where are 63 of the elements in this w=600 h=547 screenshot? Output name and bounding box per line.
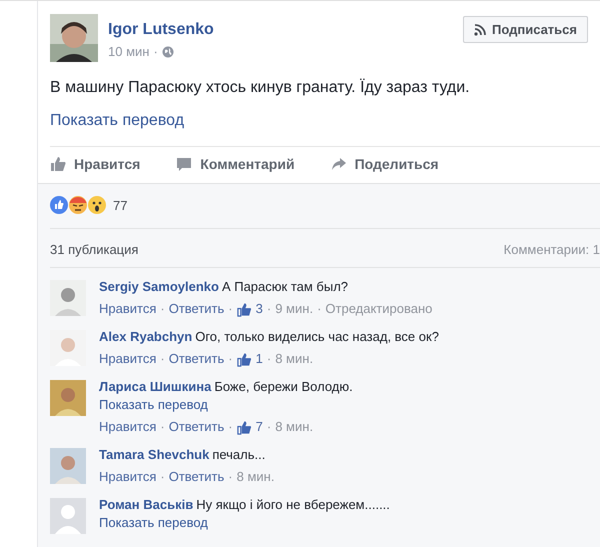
comment-action-link[interactable]: Ответить bbox=[168, 468, 224, 486]
separator-dot: · bbox=[228, 350, 233, 368]
wow-reaction-icon bbox=[88, 196, 106, 214]
reaction-count[interactable]: 77 bbox=[113, 198, 128, 212]
separator-dot: · bbox=[160, 350, 165, 368]
comment-action-link[interactable]: Ответить bbox=[168, 418, 224, 436]
comment-action-link[interactable]: Нравится bbox=[99, 300, 156, 318]
like-count[interactable]: 1 bbox=[256, 350, 263, 368]
angry-reaction-icon bbox=[69, 196, 87, 214]
post-time[interactable]: 10 мин bbox=[108, 44, 150, 59]
translate-link[interactable]: Показать перевод bbox=[50, 112, 600, 130]
separator-dot: · bbox=[317, 300, 322, 318]
commenter-name[interactable]: Tamara Shevchuk bbox=[99, 447, 210, 462]
edited-label[interactable]: Отредактировано bbox=[325, 300, 432, 318]
separator-dot: · bbox=[266, 418, 272, 436]
share-arrow-icon bbox=[330, 156, 347, 172]
author-name[interactable]: Igor Lutsenko bbox=[108, 21, 214, 38]
commenter-name[interactable]: Alex Ryabchyn bbox=[99, 329, 192, 344]
thumbs-up-icon bbox=[236, 420, 252, 434]
comment-text: печаль... bbox=[212, 447, 266, 462]
comment-time[interactable]: 8 мин. bbox=[275, 418, 314, 436]
separator-dot: · bbox=[266, 350, 272, 368]
commenter-name[interactable]: Лариса Шишкина bbox=[99, 379, 212, 394]
separator-dot: · bbox=[160, 418, 165, 436]
thumbs-up-icon bbox=[236, 352, 252, 366]
shares-count[interactable]: 31 публикация bbox=[50, 242, 138, 257]
separator-dot: · bbox=[160, 300, 165, 318]
commenter-name[interactable]: Роман Васьків bbox=[99, 497, 194, 512]
comment-text: Ну якщо і його не вбережем....... bbox=[196, 497, 390, 512]
action-button[interactable]: Поделиться bbox=[330, 156, 439, 172]
separator-dot: · bbox=[228, 300, 233, 318]
default-avatar-icon bbox=[50, 498, 86, 534]
comment-action-link[interactable]: Ответить bbox=[168, 300, 224, 318]
separator-dot: · bbox=[160, 468, 165, 486]
translate-link[interactable]: Показать перевод bbox=[99, 396, 353, 414]
comment-text: Ого, только виделись час назад, все ок? bbox=[195, 329, 439, 344]
thumbs-up-icon bbox=[236, 302, 252, 316]
rss-icon bbox=[474, 24, 486, 36]
action-button[interactable]: Нравится bbox=[50, 156, 140, 172]
separator-dot: · bbox=[266, 300, 272, 318]
follow-button[interactable]: Подписаться bbox=[462, 16, 588, 43]
translate-link[interactable]: Показать перевод bbox=[99, 514, 390, 532]
speech-bubble-icon bbox=[176, 156, 192, 172]
comment-time[interactable]: 8 мин. bbox=[275, 350, 314, 368]
comment-action-link[interactable]: Нравится bbox=[99, 468, 156, 486]
comment-action-link[interactable]: Нравится bbox=[99, 418, 156, 436]
like-count[interactable]: 7 bbox=[256, 418, 263, 436]
comments-count[interactable]: Комментарии: 1 bbox=[504, 242, 600, 257]
comment-action-link[interactable]: Нравится bbox=[99, 350, 156, 368]
comment-text: А Парасюк там был? bbox=[222, 279, 348, 294]
separator-dot: · bbox=[228, 468, 233, 486]
separator-dot: · bbox=[228, 418, 233, 436]
action-button[interactable]: Комментарий bbox=[176, 156, 295, 172]
like-reaction-icon bbox=[50, 196, 68, 214]
comment-action-link[interactable]: Ответить bbox=[168, 350, 224, 368]
separator-dot: · bbox=[153, 44, 158, 59]
comment-time[interactable]: 8 мин. bbox=[236, 468, 274, 486]
commenter-name[interactable]: Sergiy Samoylenko bbox=[99, 279, 219, 294]
post-text: В машину Парасюку хтось кинув гранату. Їду зараз туди. bbox=[50, 79, 471, 97]
comment-time[interactable]: 9 мин. bbox=[275, 300, 314, 318]
like-count[interactable]: 3 bbox=[256, 300, 263, 318]
comment-text: Боже, бережи Володю. bbox=[214, 379, 353, 394]
thumbs-up-icon bbox=[50, 156, 66, 172]
